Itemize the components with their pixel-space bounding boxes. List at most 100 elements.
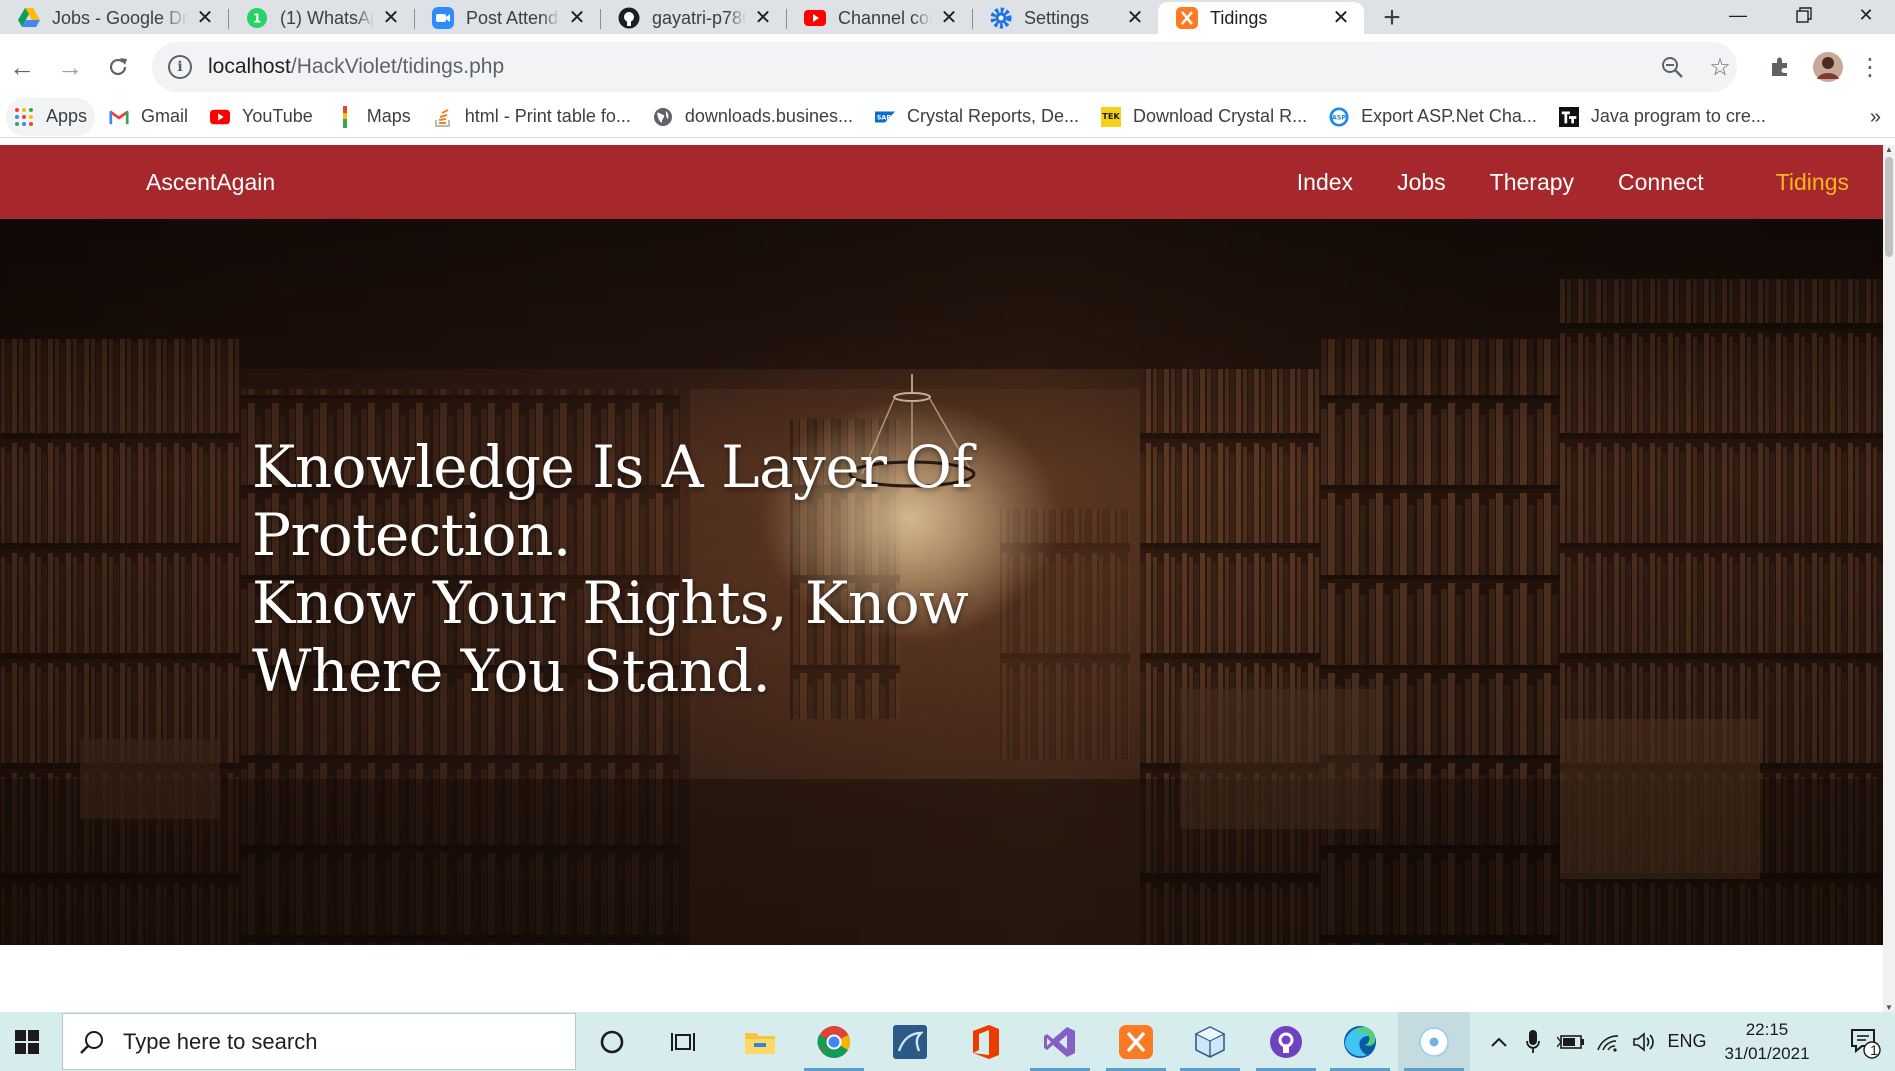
forward-arrow-icon[interactable]: → — [50, 47, 90, 87]
tab-settings[interactable]: Settings ✕ — [972, 2, 1158, 34]
taskbar-search-box[interactable]: Type here to search — [62, 1013, 576, 1070]
bookmark-gmail[interactable]: Gmail — [101, 98, 196, 136]
tab-title: Settings — [1024, 7, 1090, 28]
tab-jobs-google-drive[interactable]: Jobs - Google Drive ✕ — [0, 2, 228, 34]
file-explorer-icon[interactable] — [724, 1012, 796, 1071]
task-view-icon[interactable] — [648, 1012, 720, 1071]
bookmark-download-crystal[interactable]: TEK Download Crystal R... — [1093, 98, 1315, 136]
minimize-icon[interactable]: — — [1710, 0, 1766, 30]
office-icon[interactable] — [950, 1012, 1022, 1071]
bookmark-label: Maps — [366, 106, 411, 126]
virtualbox-cube-icon[interactable] — [1174, 1012, 1246, 1071]
back-arrow-icon[interactable]: ← — [2, 47, 42, 87]
xampp-icon — [1176, 7, 1198, 29]
hero-headline-line-1: Knowledge Is A Layer Of Protection. — [252, 433, 973, 569]
url-path: /HackViolet/tidings.php — [290, 55, 505, 78]
hero-banner-library-image: Knowledge Is A Layer Of Protection. Know… — [0, 219, 1883, 945]
profile-avatar[interactable] — [1806, 42, 1850, 92]
google-drive-icon — [18, 7, 40, 29]
windows-taskbar: Type here to search ENG 22:15 31/01/2021… — [0, 1012, 1895, 1071]
volume-speaker-icon[interactable] — [1628, 1012, 1662, 1071]
bookmark-star-icon[interactable]: ☆ — [1698, 42, 1742, 92]
tab-whatsapp[interactable]: 1 (1) WhatsApp ✕ — [228, 2, 414, 34]
bookmark-crystal-reports[interactable]: SAP Crystal Reports, De... — [867, 98, 1087, 136]
bookmarks-overflow-chevron[interactable]: » — [1870, 96, 1881, 138]
tab-close-icon[interactable]: ✕ — [1126, 8, 1144, 28]
microphone-icon[interactable] — [1518, 1012, 1548, 1071]
bookmark-youtube[interactable]: YouTube — [202, 98, 321, 136]
site-brand-link[interactable]: AscentAgain — [146, 145, 275, 219]
wifi-icon[interactable] — [1592, 1012, 1626, 1071]
visual-studio-icon[interactable] — [1024, 1012, 1096, 1071]
site-info-icon[interactable]: i — [168, 55, 192, 79]
notification-count-badge: 1 — [1870, 1042, 1878, 1058]
tab-github-repo[interactable]: gayatri-p786/AscentAgain ✕ — [600, 2, 786, 34]
bookmark-label: Java program to cre... — [1590, 106, 1766, 126]
bookmark-label: downloads.busines... — [684, 106, 853, 126]
language-indicator[interactable]: ENG — [1664, 1012, 1710, 1071]
bookmark-maps[interactable]: Maps — [327, 98, 419, 136]
nav-link-index[interactable]: Index — [1297, 169, 1353, 196]
extensions-puzzle-icon[interactable] — [1758, 42, 1802, 92]
page-scrollbar[interactable]: ▲ ▼ — [1883, 145, 1895, 1012]
bookmark-label: YouTube — [242, 106, 313, 126]
new-tab-plus-icon[interactable]: + — [1372, 1, 1412, 34]
nav-link-tidings[interactable]: Tidings — [1776, 169, 1849, 196]
tab-close-icon[interactable]: ✕ — [196, 8, 214, 28]
bookmark-label: Gmail — [141, 106, 189, 126]
svg-text:TEK: TEK — [1102, 110, 1120, 120]
bookmark-stackoverflow[interactable]: html - Print table fo... — [425, 98, 639, 136]
zoom-magnifier-icon[interactable] — [1650, 42, 1694, 92]
github-desktop-icon[interactable] — [1250, 1012, 1322, 1071]
svg-text:SAP: SAP — [877, 114, 892, 121]
tab-close-icon[interactable]: ✕ — [940, 8, 958, 28]
bookmark-java-program[interactable]: Java program to cre... — [1551, 98, 1774, 136]
tab-close-icon[interactable]: ✕ — [1332, 8, 1350, 28]
bookmark-label: Apps — [46, 106, 88, 126]
battery-icon[interactable] — [1554, 1012, 1588, 1071]
tt-icon — [1558, 106, 1579, 127]
nav-link-connect[interactable]: Connect — [1618, 169, 1704, 196]
cortana-app-icon[interactable] — [1398, 1012, 1470, 1071]
site-navbar: AscentAgain Index Jobs Therapy Connect T… — [0, 145, 1883, 219]
browser-menu-kebab-icon[interactable]: ⋮ — [1855, 42, 1885, 92]
address-bar[interactable]: i localhost/HackViolet/tidings.php — [152, 42, 1737, 92]
bookmarks-bar: Apps Gmail YouTube Maps html - Print tab… — [0, 96, 1895, 138]
reload-icon[interactable] — [98, 47, 138, 87]
scroll-down-arrow-icon[interactable]: ▼ — [1885, 1003, 1893, 1012]
hero-headline: Knowledge Is A Layer Of Protection. Know… — [252, 433, 992, 705]
zoom-icon — [432, 7, 454, 29]
restore-icon[interactable] — [1776, 0, 1832, 30]
nav-link-therapy[interactable]: Therapy — [1490, 169, 1574, 196]
xampp-taskbar-icon[interactable] — [1100, 1012, 1172, 1071]
url-text[interactable]: localhost/HackViolet/tidings.php — [208, 55, 504, 79]
url-host: localhost — [208, 55, 291, 78]
tray-overflow-chevron-icon[interactable] — [1484, 1012, 1514, 1071]
bookmark-downloads-business[interactable]: downloads.busines... — [645, 98, 861, 136]
taskbar-clock[interactable]: 22:15 31/01/2021 — [1712, 1018, 1822, 1066]
tab-close-icon[interactable]: ✕ — [754, 8, 772, 28]
chrome-taskbar-icon[interactable] — [798, 1012, 870, 1071]
bookmark-export-aspnet[interactable]: ASP Export ASP.Net Cha... — [1321, 98, 1545, 136]
tab-youtube-channel[interactable]: Channel content - YouTube ✕ — [786, 2, 972, 34]
mysql-workbench-icon[interactable] — [874, 1012, 946, 1071]
stackoverflow-icon — [433, 107, 453, 127]
settings-gear-icon — [990, 7, 1012, 29]
tab-zoom-post-attendee[interactable]: Post Attendee - Zoom ✕ — [414, 2, 600, 34]
nav-link-jobs[interactable]: Jobs — [1397, 169, 1446, 196]
close-window-icon[interactable]: ✕ — [1838, 0, 1894, 30]
tab-tidings[interactable]: Tidings ✕ — [1158, 2, 1364, 34]
action-center-notification-icon[interactable]: 1 — [1840, 1012, 1890, 1071]
cortana-circle-icon[interactable] — [576, 1012, 648, 1071]
edge-browser-icon[interactable] — [1324, 1012, 1396, 1071]
bookmark-apps[interactable]: Apps — [6, 97, 96, 136]
tab-close-icon[interactable]: ✕ — [568, 8, 586, 28]
globe-icon — [653, 107, 673, 127]
clock-date: 31/01/2021 — [1724, 1044, 1810, 1063]
scrollbar-thumb[interactable] — [1885, 157, 1893, 257]
web-page-viewport: AscentAgain Index Jobs Therapy Connect T… — [0, 145, 1883, 1012]
tab-close-icon[interactable]: ✕ — [382, 8, 400, 28]
scroll-up-arrow-icon[interactable]: ▲ — [1885, 145, 1893, 154]
youtube-icon — [210, 107, 231, 127]
windows-start-icon[interactable] — [0, 1012, 54, 1071]
